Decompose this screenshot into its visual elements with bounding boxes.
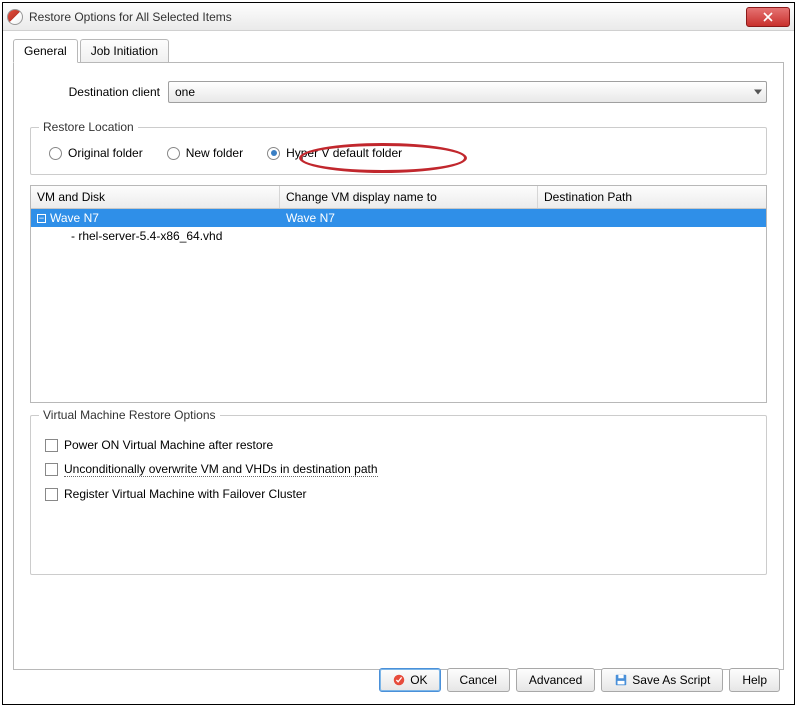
restore-location-title: Restore Location	[39, 120, 138, 134]
checkbox-icon	[45, 488, 58, 501]
ok-label: OK	[410, 673, 427, 687]
tab-job-initiation[interactable]: Job Initiation	[80, 39, 169, 62]
check-power-on[interactable]: Power ON Virtual Machine after restore	[45, 438, 752, 452]
col-vm-and-disk[interactable]: VM and Disk	[31, 186, 280, 208]
ok-icon	[392, 673, 406, 687]
checkbox-icon	[45, 439, 58, 452]
radio-icon	[49, 147, 62, 160]
radio-new-label: New folder	[186, 146, 243, 160]
radio-icon	[167, 147, 180, 160]
save-icon	[614, 673, 628, 687]
radio-new-folder[interactable]: New folder	[167, 146, 243, 160]
close-button[interactable]	[746, 7, 790, 27]
vm-disk-table: VM and Disk Change VM display name to De…	[30, 185, 767, 403]
tree-collapse-icon[interactable]: −	[37, 214, 46, 223]
change-name-cell[interactable]: Wave N7	[280, 210, 538, 226]
destination-client-row: Destination client one	[30, 81, 767, 103]
check-overwrite-label: Unconditionally overwrite VM and VHDs in…	[64, 462, 378, 477]
table-row[interactable]: − Wave N7 Wave N7	[31, 209, 766, 227]
app-icon	[7, 9, 23, 25]
advanced-button[interactable]: Advanced	[516, 668, 595, 692]
titlebar: Restore Options for All Selected Items	[3, 3, 794, 31]
advanced-label: Advanced	[529, 673, 582, 687]
vm-restore-options-group: Virtual Machine Restore Options Power ON…	[30, 415, 767, 575]
vm-restore-options-title: Virtual Machine Restore Options	[39, 408, 220, 422]
radio-hyperv-folder[interactable]: Hyper V default folder	[267, 146, 402, 160]
checkbox-icon	[45, 463, 58, 476]
disk-name: - rhel-server-5.4-x86_64.vhd	[71, 229, 222, 243]
table-header-row: VM and Disk Change VM display name to De…	[31, 186, 766, 209]
tab-container: General Job Initiation Destination clien…	[13, 39, 784, 670]
check-register-label: Register Virtual Machine with Failover C…	[64, 487, 307, 501]
radio-original-label: Original folder	[68, 146, 143, 160]
tab-row: General Job Initiation	[13, 39, 784, 62]
cancel-button[interactable]: Cancel	[447, 668, 510, 692]
close-icon	[763, 12, 773, 22]
change-name-cell	[280, 235, 538, 237]
check-register-cluster[interactable]: Register Virtual Machine with Failover C…	[45, 487, 752, 501]
save-script-label: Save As Script	[632, 673, 710, 687]
dialog-window: Restore Options for All Selected Items G…	[2, 2, 795, 705]
check-power-on-label: Power ON Virtual Machine after restore	[64, 438, 273, 452]
save-as-script-button[interactable]: Save As Script	[601, 668, 723, 692]
help-button[interactable]: Help	[729, 668, 780, 692]
destination-client-label: Destination client	[30, 85, 168, 99]
vm-name: Wave N7	[50, 211, 99, 225]
dialog-button-row: OK Cancel Advanced Save As Script Help	[379, 668, 780, 692]
table-row[interactable]: - rhel-server-5.4-x86_64.vhd	[31, 227, 766, 245]
restore-location-group: Restore Location Original folder New fol…	[30, 127, 767, 175]
ok-button[interactable]: OK	[379, 668, 440, 692]
col-destination-path[interactable]: Destination Path	[538, 186, 766, 208]
check-overwrite[interactable]: Unconditionally overwrite VM and VHDs in…	[45, 462, 752, 477]
tab-panel-general: Destination client one Restore Location …	[13, 62, 784, 670]
destination-client-combo[interactable]: one	[168, 81, 767, 103]
window-title: Restore Options for All Selected Items	[29, 10, 746, 24]
radio-icon	[267, 147, 280, 160]
tab-general[interactable]: General	[13, 39, 78, 63]
col-change-name[interactable]: Change VM display name to	[280, 186, 538, 208]
dest-path-cell	[538, 235, 766, 237]
restore-location-radios: Original folder New folder Hyper V defau…	[45, 140, 752, 164]
radio-hyperv-label: Hyper V default folder	[286, 146, 402, 160]
help-label: Help	[742, 673, 767, 687]
cancel-label: Cancel	[460, 673, 497, 687]
chevron-down-icon	[754, 90, 762, 95]
dest-path-cell[interactable]	[538, 217, 766, 219]
destination-client-value: one	[175, 85, 195, 99]
radio-original-folder[interactable]: Original folder	[49, 146, 143, 160]
